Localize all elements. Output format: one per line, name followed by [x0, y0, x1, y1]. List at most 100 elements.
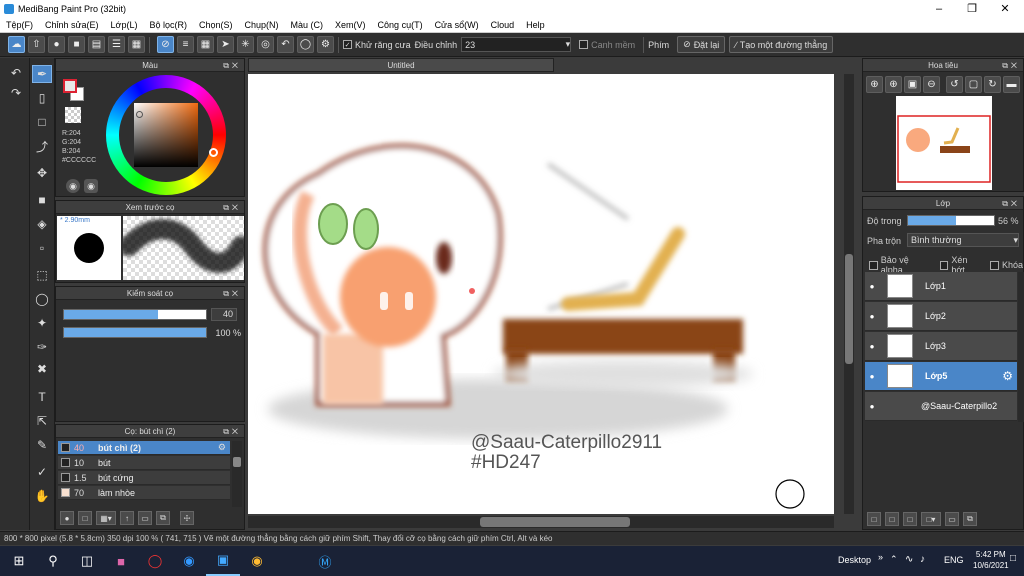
brush-menu-icon[interactable]: ▦▾: [96, 511, 116, 525]
smooth-checkbox[interactable]: [579, 40, 589, 49]
radial-snap-icon[interactable]: ✳: [237, 36, 254, 53]
redo-icon[interactable]: ↷: [6, 84, 26, 102]
rotate-left-icon[interactable]: ↺: [946, 76, 963, 93]
bucket-tool-icon[interactable]: ◈: [32, 215, 52, 233]
parallel-snap-icon[interactable]: ≡: [177, 36, 194, 53]
zoom-out-icon[interactable]: ⊖: [923, 76, 940, 93]
move-tool-icon[interactable]: ✥: [32, 164, 52, 182]
folder-icon[interactable]: ▭: [138, 511, 152, 525]
menu-cloud[interactable]: Cloud: [485, 20, 521, 30]
new-layer-alt-icon[interactable]: □: [885, 512, 899, 526]
correction-select[interactable]: 23 ▾: [461, 37, 572, 52]
game-app-icon[interactable]: ■: [104, 546, 138, 576]
gear-icon[interactable]: ⚙: [1002, 369, 1013, 383]
fill-rect-tool-icon[interactable]: ■: [32, 191, 52, 209]
straight-line-button[interactable]: ∕ Tạo một đường thẳng: [729, 36, 834, 53]
menu-edit[interactable]: Chỉnh sửa(E): [39, 20, 105, 30]
panel-icons[interactable]: ⧉✕: [1002, 59, 1020, 72]
blend-select[interactable]: Bình thường ▾: [907, 233, 1019, 247]
speaker-icon[interactable]: ♪: [920, 554, 925, 565]
menu-help[interactable]: Help: [520, 20, 551, 30]
share-icon[interactable]: ⇧: [28, 36, 45, 53]
eyedropper-tool-icon[interactable]: ✓: [32, 463, 52, 481]
chevron-up-icon[interactable]: »: [878, 552, 883, 562]
duplicate-layer-icon[interactable]: □: [903, 512, 917, 526]
text-tool-icon[interactable]: T: [32, 388, 52, 406]
transparent-swatch[interactable]: [65, 107, 81, 123]
eye-icon[interactable]: ●: [865, 312, 879, 321]
speech-icon[interactable]: ●: [48, 36, 65, 53]
skype-icon[interactable]: Ⓜ: [308, 546, 342, 576]
navigator-thumbnail[interactable]: [896, 96, 992, 190]
lock-checkbox[interactable]: [990, 260, 999, 270]
reset-button[interactable]: ⊘ Đặt lại: [677, 36, 726, 53]
panel-icons[interactable]: ⧉✕: [223, 59, 241, 72]
brush-list-scrollbar[interactable]: [232, 441, 242, 507]
brush-list-scroll-thumb[interactable]: [233, 457, 241, 467]
snap-off-icon[interactable]: ⊘: [157, 36, 174, 53]
brush-item[interactable]: 10 bút: [58, 456, 230, 470]
color-picker-cursor[interactable]: [136, 111, 143, 118]
brush-opacity-slider[interactable]: [63, 327, 207, 338]
menu-select[interactable]: Chọn(S): [193, 20, 239, 30]
merge-icon[interactable]: ⧉: [963, 512, 977, 526]
clip-checkbox[interactable]: [939, 260, 949, 270]
select-eraser-tool-icon[interactable]: ✖: [32, 360, 52, 378]
tray-overflow-icon[interactable]: ⌃: [890, 554, 898, 565]
lasso-tool-icon[interactable]: ◯: [32, 290, 52, 308]
vanish-snap-icon[interactable]: ➤: [217, 36, 234, 53]
search-icon[interactable]: ⚲: [36, 546, 70, 576]
palette-add-icon[interactable]: ◉: [84, 179, 98, 193]
brush-size-input[interactable]: 40: [211, 308, 237, 321]
foreground-color-swatch[interactable]: [63, 79, 77, 93]
cloud-icon[interactable]: ☁: [8, 36, 25, 53]
medibang-taskbar-icon[interactable]: ▣: [206, 546, 240, 576]
panel-icons[interactable]: ⧉✕: [223, 287, 241, 300]
layer-row-selected[interactable]: ● Lớp5 ⚙: [865, 362, 1017, 391]
menu-file[interactable]: Tệp(F): [0, 20, 39, 30]
opera-icon[interactable]: ◯: [138, 546, 172, 576]
import-brush-icon[interactable]: ↑: [120, 511, 134, 525]
drawing-canvas[interactable]: @Saau-Caterpillo2911 #HD247: [248, 74, 834, 514]
document-tab[interactable]: Untitled: [248, 58, 554, 72]
task-view-icon[interactable]: ◫: [70, 546, 104, 576]
zoom-in-alt-icon[interactable]: ⊕: [885, 76, 902, 93]
gradient-tool-icon[interactable]: ▫: [32, 239, 52, 257]
brush-item[interactable]: 70 làm nhòe: [58, 486, 230, 500]
eye-icon[interactable]: ●: [865, 372, 879, 381]
close-button[interactable]: ✕: [988, 0, 1022, 17]
clock[interactable]: 5:42 PM 10/6/2021: [973, 549, 1009, 571]
curve-snap-icon[interactable]: ↶: [277, 36, 294, 53]
layer-opacity-slider[interactable]: [907, 215, 995, 226]
chrome-icon[interactable]: ◉: [240, 546, 274, 576]
panel-icons[interactable]: ⧉✕: [1002, 197, 1020, 210]
brush-size-slider[interactable]: [63, 309, 207, 320]
magic-wand-tool-icon[interactable]: ✦: [32, 314, 52, 332]
dot-tool-icon[interactable]: ⤴: [32, 137, 52, 155]
menu-snap[interactable]: Chụp(N): [239, 20, 285, 30]
panel-icons[interactable]: ⧉✕: [223, 201, 241, 214]
select-pen-tool-icon[interactable]: ✑: [32, 338, 52, 356]
minimize-button[interactable]: –: [922, 0, 956, 17]
list-icon[interactable]: ☰: [108, 36, 125, 53]
eye-icon[interactable]: ●: [865, 282, 879, 291]
menu-filter[interactable]: Bộ lọc(R): [143, 20, 193, 30]
operation-tool-icon[interactable]: ⇱: [32, 412, 52, 430]
layer-menu-icon[interactable]: □▾: [921, 512, 941, 526]
palette-icon[interactable]: ◉: [66, 179, 80, 193]
zoom-in-icon[interactable]: ⊕: [866, 76, 883, 93]
circle-snap-icon[interactable]: ◎: [257, 36, 274, 53]
language-indicator[interactable]: ENG: [944, 555, 964, 565]
comment-icon[interactable]: ■: [68, 36, 85, 53]
brush-tool-icon[interactable]: ✒: [32, 65, 52, 83]
divide-tool-icon[interactable]: ✎: [32, 436, 52, 454]
select-tool-icon[interactable]: ⬚: [32, 266, 52, 284]
snap-settings-icon[interactable]: ⚙: [317, 36, 334, 53]
layer-row[interactable]: ● Lớp1: [865, 272, 1017, 301]
undo-icon[interactable]: ↶: [6, 64, 26, 82]
eye-icon[interactable]: ●: [865, 402, 879, 411]
pinned-app-icon[interactable]: [274, 546, 308, 576]
protect-alpha-checkbox[interactable]: [869, 260, 878, 270]
menu-color[interactable]: Màu (C): [285, 20, 330, 30]
trash-icon[interactable]: ☩: [180, 511, 194, 525]
